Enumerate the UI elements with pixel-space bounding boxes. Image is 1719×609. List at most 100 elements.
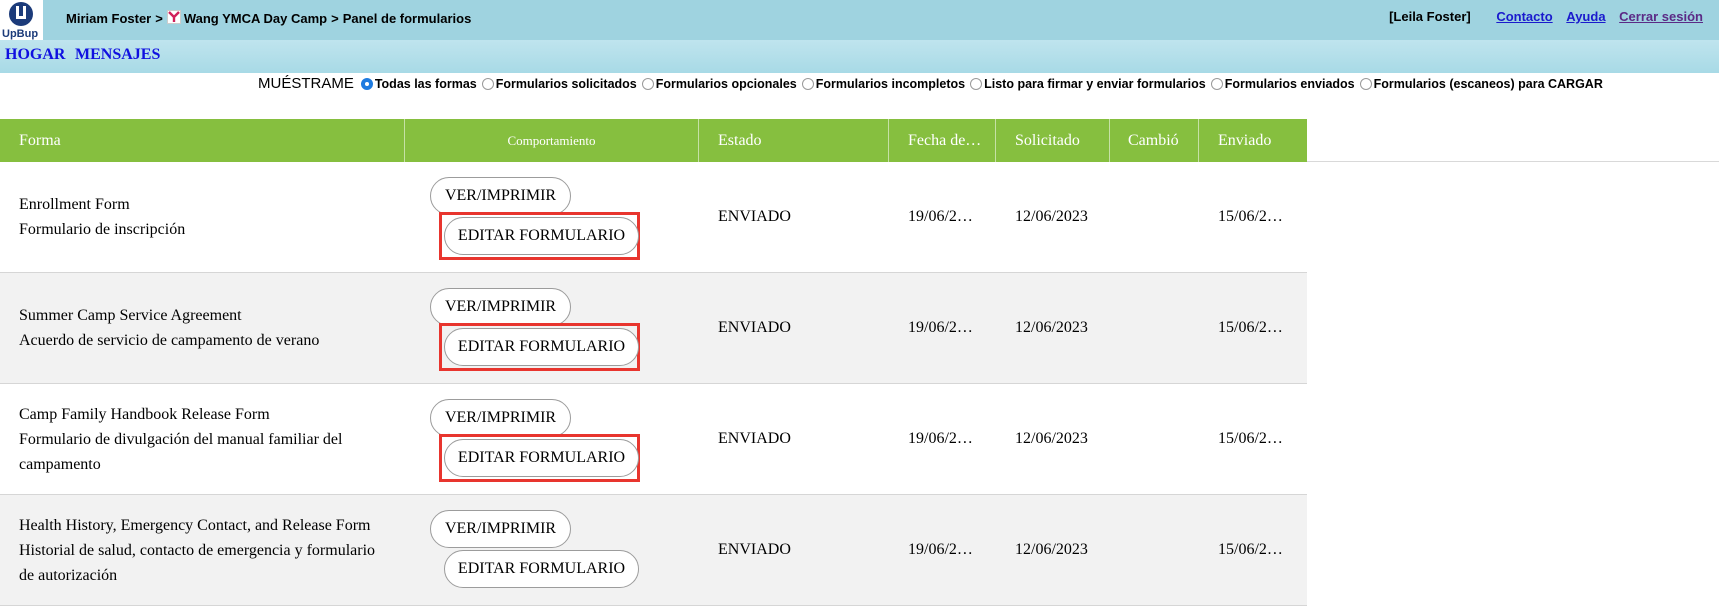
filter-upload-forms[interactable]: Formularios (escaneos) para CARGAR: [1359, 76, 1603, 91]
breadcrumb-separator: >: [155, 11, 163, 26]
edit-form-button[interactable]: EDITAR FORMULARIO: [444, 439, 639, 477]
requested-cell: 12/06/2023: [1015, 541, 1088, 558]
changed-cell: [1110, 162, 1199, 272]
column-header-status[interactable]: Estado: [699, 119, 889, 162]
nav-bar: HOGAR MENSAJES: [0, 40, 1719, 73]
actions-cell: VER/IMPRIMIR EDITAR FORMULARIO: [405, 384, 699, 494]
status-cell: ENVIADO: [718, 541, 791, 558]
radio-icon[interactable]: [641, 77, 654, 90]
column-header-behavior: Comportamiento: [405, 119, 699, 162]
view-print-button[interactable]: VER/IMPRIMIR: [430, 399, 571, 437]
nav-home[interactable]: HOGAR: [5, 46, 65, 64]
form-name-spanish: Formulario de inscripción: [19, 221, 186, 238]
filter-option-label: Formularios incompletos: [815, 76, 966, 91]
view-print-button[interactable]: VER/IMPRIMIR: [430, 177, 571, 215]
sent-cell: 15/06/2…: [1218, 208, 1283, 225]
form-name-cell: Summer Camp Service Agreement Acuerdo de…: [0, 273, 405, 383]
radio-icon[interactable]: [970, 77, 983, 90]
form-name-english: Summer Camp Service Agreement: [19, 307, 242, 324]
breadcrumb-current-page: Panel de formularios: [342, 11, 472, 26]
help-link[interactable]: Ayuda: [1566, 9, 1605, 24]
date-cell: 19/06/2…: [908, 541, 973, 558]
filter-all-forms[interactable]: Todas las formas: [360, 76, 477, 91]
table-row: Summer Camp Service Agreement Acuerdo de…: [0, 273, 1307, 384]
account-links: [Leila Foster] Contacto Ayuda Cerrar ses…: [1389, 9, 1703, 24]
filter-option-label: Formularios opcionales: [655, 76, 797, 91]
filter-incomplete-forms[interactable]: Formularios incompletos: [801, 76, 966, 91]
filter-option-label: Formularios enviados: [1224, 76, 1355, 91]
forms-table: Forma Comportamiento Estado Fecha de… So…: [0, 119, 1307, 606]
form-name-english: Health History, Emergency Contact, and R…: [19, 516, 371, 534]
changed-cell: [1110, 273, 1199, 383]
table-header: Forma Comportamiento Estado Fecha de… So…: [0, 119, 1307, 162]
divider: [1307, 161, 1719, 162]
requested-cell: 12/06/2023: [1015, 430, 1088, 447]
view-print-button[interactable]: VER/IMPRIMIR: [430, 510, 571, 548]
radio-icon[interactable]: [481, 77, 494, 90]
filter-option-label: Formularios solicitados: [495, 76, 637, 91]
date-cell: 19/06/2…: [908, 208, 973, 225]
status-cell: ENVIADO: [718, 430, 791, 447]
table-row: Camp Family Handbook Release Form Formul…: [0, 384, 1307, 495]
edit-form-button[interactable]: EDITAR FORMULARIO: [444, 217, 639, 255]
view-print-button[interactable]: VER/IMPRIMIR: [430, 288, 571, 326]
requested-cell: 12/06/2023: [1015, 319, 1088, 336]
column-header-changed[interactable]: Cambió: [1110, 119, 1199, 162]
radio-icon[interactable]: [1359, 77, 1372, 90]
form-name-spanish: Historial de salud, contacto de emergenc…: [19, 541, 376, 584]
column-header-requested[interactable]: Solicitado: [996, 119, 1110, 162]
filter-label: MUÉSTRAME: [258, 75, 354, 92]
breadcrumb: Miriam Foster > Wang YMCA Day Camp > Pan…: [66, 9, 472, 26]
filter-optional-forms[interactable]: Formularios opcionales: [641, 76, 797, 91]
requested-cell: 12/06/2023: [1015, 208, 1088, 225]
upbup-logo-icon: UpBup: [2, 2, 38, 40]
date-cell: 19/06/2…: [908, 430, 973, 447]
nav-messages[interactable]: MENSAJES: [75, 46, 160, 64]
filter-requested-forms[interactable]: Formularios solicitados: [481, 76, 637, 91]
changed-cell: [1110, 495, 1199, 605]
edit-form-button[interactable]: EDITAR FORMULARIO: [444, 550, 639, 588]
radio-icon[interactable]: [1210, 77, 1223, 90]
breadcrumb-organization[interactable]: Wang YMCA Day Camp: [184, 11, 327, 26]
status-cell: ENVIADO: [718, 208, 791, 225]
form-name-spanish: Acuerdo de servicio de campamento de ver…: [19, 332, 320, 349]
filter-option-label: Listo para firmar y enviar formularios: [984, 76, 1206, 91]
actions-cell: VER/IMPRIMIR EDITAR FORMULARIO: [405, 495, 699, 605]
svg-text:UpBup: UpBup: [2, 28, 38, 40]
column-header-sent[interactable]: Enviado: [1199, 119, 1307, 162]
edit-form-button[interactable]: EDITAR FORMULARIO: [444, 328, 639, 366]
filter-option-label: Todas las formas: [374, 76, 477, 91]
form-name-cell: Health History, Emergency Contact, and R…: [0, 495, 405, 605]
form-name-spanish: Formulario de divulgación del manual fam…: [19, 430, 343, 473]
column-header-form[interactable]: Forma: [0, 119, 405, 162]
sent-cell: 15/06/2…: [1218, 430, 1283, 447]
actions-cell: VER/IMPRIMIR EDITAR FORMULARIO: [405, 162, 699, 272]
filter-ready-to-sign-forms[interactable]: Listo para firmar y enviar formularios: [970, 77, 1206, 91]
logout-link[interactable]: Cerrar sesión: [1619, 9, 1703, 24]
column-header-date[interactable]: Fecha de…: [889, 119, 996, 162]
sent-cell: 15/06/2…: [1218, 319, 1283, 336]
top-bar: UpBup Miriam Foster > Wang YMCA Day Camp…: [0, 0, 1719, 40]
form-name-english: Enrollment Form: [19, 196, 130, 213]
form-name-cell: Enrollment Form Formulario de inscripció…: [0, 162, 405, 272]
table-row: Enrollment Form Formulario de inscripció…: [0, 162, 1307, 273]
date-cell: 19/06/2…: [908, 319, 973, 336]
actions-cell: VER/IMPRIMIR EDITAR FORMULARIO: [405, 273, 699, 383]
form-filter: MUÉSTRAME Todas las formas Formularios s…: [258, 75, 1608, 92]
filter-sent-forms[interactable]: Formularios enviados: [1210, 76, 1355, 91]
contact-link[interactable]: Contacto: [1496, 9, 1552, 24]
breadcrumb-child[interactable]: Miriam Foster: [66, 11, 151, 26]
upbup-logo[interactable]: UpBup: [0, 0, 43, 40]
ymca-icon: [166, 9, 181, 24]
form-name-english: Camp Family Handbook Release Form: [19, 405, 270, 423]
sent-cell: 15/06/2…: [1218, 541, 1283, 558]
radio-icon[interactable]: [801, 77, 814, 90]
radio-checked-icon[interactable]: [360, 77, 373, 90]
current-user: [Leila Foster]: [1389, 9, 1471, 24]
breadcrumb-separator: >: [331, 11, 339, 26]
form-name-cell: Camp Family Handbook Release Form Formul…: [0, 384, 405, 494]
table-row: Health History, Emergency Contact, and R…: [0, 495, 1307, 606]
changed-cell: [1110, 384, 1199, 494]
status-cell: ENVIADO: [718, 319, 791, 336]
filter-option-label: Formularios (escaneos) para CARGAR: [1373, 76, 1603, 91]
